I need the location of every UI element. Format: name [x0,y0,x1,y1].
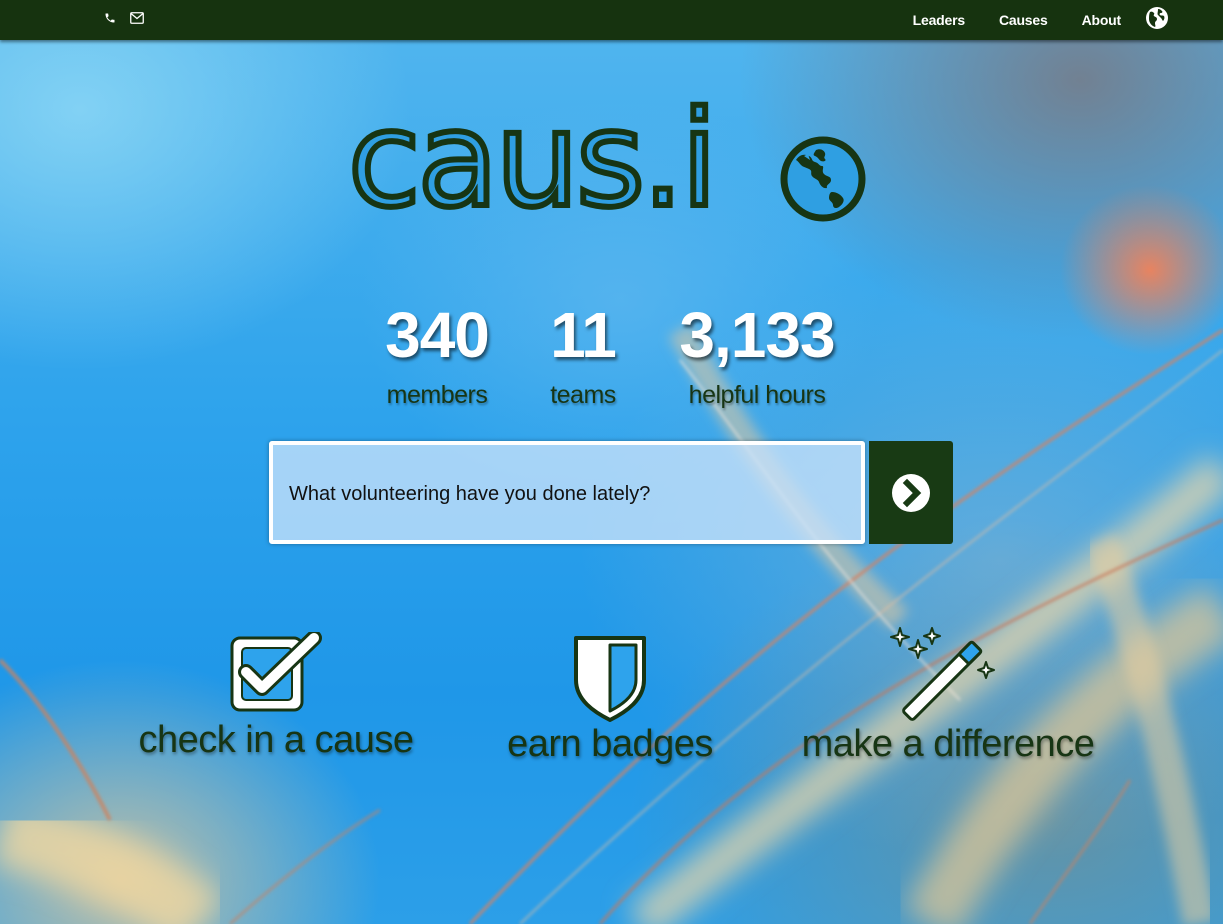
submit-button[interactable] [869,441,953,544]
feature-label: earn badges [507,723,713,765]
checkin-form: What volunteering have you done lately? [269,441,953,544]
stat-value: 11 [550,299,617,371]
shield-icon [574,636,646,722]
stat-value: 3,133 [679,299,835,371]
stat-label: helpful hours [688,381,826,409]
contact-icons [104,11,144,25]
nav-link-leaders[interactable]: Leaders [913,12,965,28]
feature-badges: earn badges [490,632,730,766]
checkbox-icon [230,632,322,712]
logo-wordmark: caus.i [345,83,721,237]
stat-label: members [386,381,488,409]
input-placeholder: What volunteering have you done lately? [289,483,651,505]
nav-link-about[interactable]: About [1082,12,1122,28]
magic-wand-icon [890,627,995,721]
stat-teams: 11 teams [533,300,633,410]
globe-icon [780,136,866,222]
stats-row: 340 members 11 teams 3,133 helpful hours [0,300,1223,420]
stat-value: 340 [385,299,490,371]
envelope-icon[interactable] [130,11,144,25]
stat-members: 340 members [376,300,498,410]
globe-icon[interactable] [1145,6,1169,30]
top-navbar: Leaders Causes About [0,0,1223,40]
feature-label: check in a cause [138,719,414,761]
stat-helpful-hours: 3,133 helpful hours [667,300,847,410]
brand-logo[interactable]: caus.i [345,91,868,229]
chevron-right-circle-icon [892,473,930,512]
stat-label: teams [550,381,616,409]
feature-check-in: check in a cause [120,632,432,762]
volunteering-input[interactable]: What volunteering have you done lately? [269,441,865,544]
feature-label: make a difference [801,723,1095,765]
nav-links: Leaders Causes About [879,4,1169,36]
feature-difference: make a difference [785,626,1111,766]
phone-icon[interactable] [104,11,118,25]
nav-link-causes[interactable]: Causes [999,12,1048,28]
